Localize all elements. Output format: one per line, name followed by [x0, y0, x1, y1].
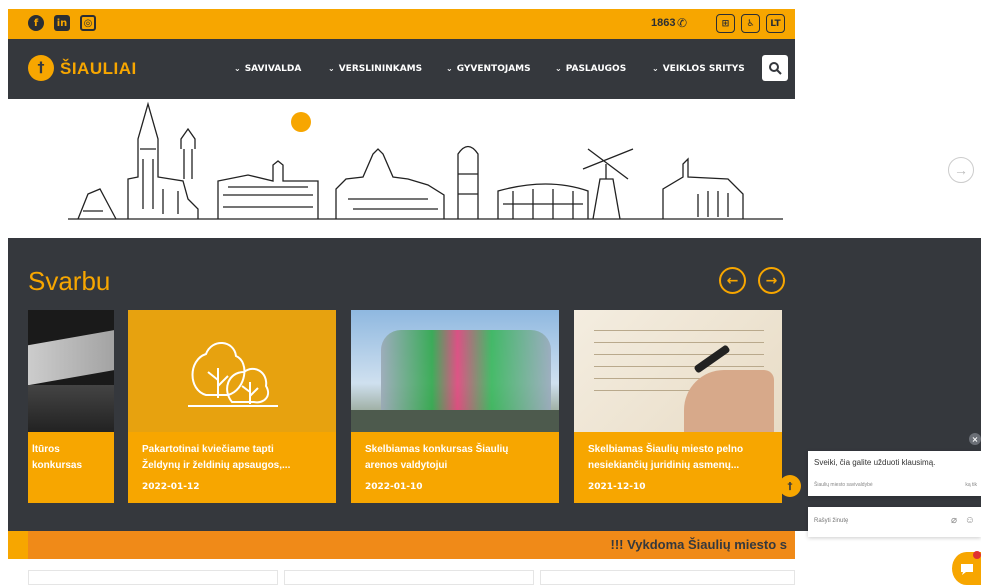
ticker-text: !!! Vykdoma Šiaulių miesto s	[610, 537, 787, 552]
news-card-title: Pakartotinai kviečiame tapti Želdynų ir ž…	[142, 444, 291, 471]
carousel-prev-icon[interactable]: ←	[719, 267, 746, 294]
news-card-image	[351, 310, 559, 432]
chevron-down-icon: ⌄	[555, 64, 562, 73]
chat-input-box[interactable]: Rašyti žinutę ⌀ ☺	[808, 507, 981, 537]
chevron-down-icon: ⌄	[652, 64, 659, 73]
news-card[interactable]: ltūros konkursas	[28, 310, 114, 503]
news-card[interactable]: Skelbiamas Šiaulių miesto pelno nesiekian…	[574, 310, 782, 503]
instagram-icon[interactable]: ◎	[80, 15, 96, 31]
nav-item-gyventojams[interactable]: ⌄ GYVENTOJAMS	[446, 64, 531, 74]
search-icon	[769, 62, 782, 75]
language-button[interactable]: LT	[766, 14, 785, 33]
news-card-image	[28, 310, 114, 432]
ticker-edge	[8, 531, 28, 559]
hero-banner: →	[8, 99, 981, 238]
news-ticker[interactable]: !!! Vykdoma Šiaulių miesto s	[28, 531, 795, 559]
phone-icon: ✆	[677, 16, 688, 30]
news-card-image	[128, 310, 336, 432]
nav-item-savivalda[interactable]: ⌄ SAVIVALDA	[234, 64, 301, 74]
news-card-date: 2022-01-10	[365, 482, 423, 492]
chevron-down-icon: ⌄	[234, 64, 241, 73]
chat-close-icon[interactable]: ×	[969, 433, 981, 445]
linkedin-icon[interactable]: in	[54, 15, 70, 31]
info-card[interactable]	[540, 570, 795, 585]
chevron-down-icon: ⌄	[446, 64, 453, 73]
chat-avatar: †	[779, 475, 801, 497]
info-card[interactable]	[28, 570, 278, 585]
notification-badge	[973, 551, 981, 559]
chevron-down-icon: ⌄	[328, 64, 335, 73]
facebook-icon[interactable]: f	[28, 15, 44, 31]
hero-next-arrow-icon[interactable]: →	[948, 157, 974, 183]
site-logo-text[interactable]: ŠIAULIAI	[60, 59, 137, 79]
nav-item-paslaugos[interactable]: ⌄ PASLAUGOS	[555, 64, 626, 74]
news-card[interactable]: Pakartotinai kviečiame tapti Želdynų ir ž…	[128, 310, 336, 503]
section-title: Svarbu	[28, 266, 111, 296]
bottom-cards-row	[28, 570, 795, 585]
chat-sender-name: Šiaulių miesto savivaldybė	[814, 482, 873, 488]
top-bar: f in ◎ 1863 ✆ ⊞ ♿ LT	[8, 9, 795, 39]
city-crest-icon[interactable]: †	[28, 55, 54, 81]
trees-icon	[188, 342, 278, 407]
city-skyline-illustration	[68, 101, 783, 220]
attachment-icon[interactable]: ⌀	[951, 515, 957, 526]
carousel-next-icon[interactable]: →	[758, 267, 785, 294]
news-card-title: Skelbiamas Šiaulių miesto pelno nesiekian…	[588, 444, 744, 471]
emoji-icon[interactable]: ☺	[965, 515, 975, 526]
info-card[interactable]	[284, 570, 534, 585]
chat-timestamp: ką tik	[965, 482, 977, 488]
sitemap-icon[interactable]: ⊞	[716, 14, 735, 33]
news-card-date: 2022-01-12	[142, 482, 200, 492]
phone-number[interactable]: 1863	[651, 17, 675, 29]
news-card-title: ltūros konkursas	[32, 444, 83, 471]
chat-bubble-icon	[960, 563, 973, 575]
nav-item-veiklos-sritys[interactable]: ⌄ VEIKLOS SRITYS	[652, 64, 745, 74]
news-card-date: 2021-12-10	[588, 482, 646, 492]
news-card[interactable]: Skelbiamas konkursas Šiaulių arenos valdy…	[351, 310, 559, 503]
chat-message-bubble: Sveiki, čia galite užduoti klausimą. Šia…	[808, 451, 981, 496]
nav-item-verslininkams[interactable]: ⌄ VERSLININKAMS	[328, 64, 422, 74]
chat-input-placeholder: Rašyti žinutę	[814, 518, 849, 524]
accessibility-icon[interactable]: ♿	[741, 14, 760, 33]
news-card-image	[574, 310, 782, 432]
news-card-title: Skelbiamas konkursas Šiaulių arenos valdy…	[365, 444, 509, 471]
main-navigation: † ŠIAULIAI ⌄ SAVIVALDA ⌄ VERSLININKAMS ⌄ GY…	[8, 39, 795, 99]
search-button[interactable]	[762, 55, 788, 81]
chat-message-text: Sveiki, čia galite užduoti klausimą.	[814, 458, 936, 467]
